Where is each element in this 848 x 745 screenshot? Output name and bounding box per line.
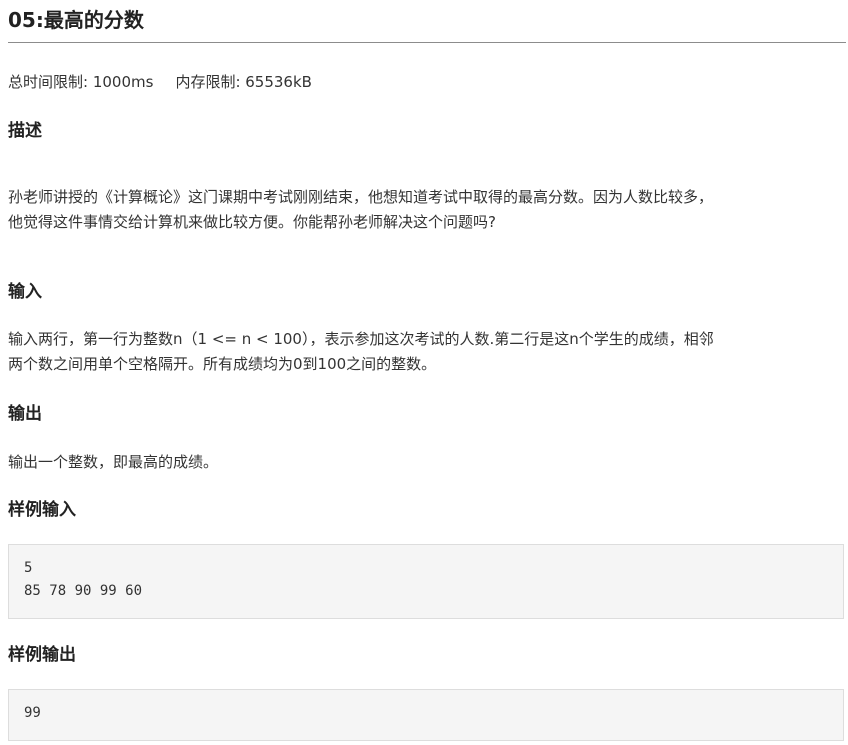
input-line: 输入两行，第一行为整数n（1 <= n < 100），表示参加这次考试的人数.第… [8, 330, 714, 348]
sample-input-heading: 样例输入 [8, 500, 76, 520]
sample-output-heading: 样例输出 [8, 645, 76, 665]
output-heading: 输出 [8, 404, 42, 424]
problem-page: 05:最高的分数 总时间限制: 1000ms 内存限制: 65536kB 描述 孙… [8, 0, 846, 741]
output-text: 输出一个整数，即最高的成绩。 [8, 450, 846, 475]
problem-title: 05:最高的分数 [8, 0, 846, 43]
sample-output-code[interactable]: 99 [8, 689, 844, 741]
output-line: 输出一个整数，即最高的成绩。 [8, 453, 219, 471]
time-limit: 总时间限制: 1000ms [8, 73, 154, 91]
description-line: 孙老师讲授的《计算概论》这门课期中考试刚刚结束，他想知道考试中取得的最高分数。因… [8, 188, 714, 206]
description-text: 孙老师讲授的《计算概论》这门课期中考试刚刚结束，他想知道考试中取得的最高分数。因… [8, 185, 846, 235]
description-heading: 描述 [8, 121, 42, 141]
input-line: 两个数之间用单个空格隔开。所有成绩均为0到100之间的整数。 [8, 355, 437, 373]
input-text: 输入两行，第一行为整数n（1 <= n < 100），表示参加这次考试的人数.第… [8, 327, 846, 377]
memory-limit: 内存限制: 65536kB [175, 73, 312, 91]
sample-input-code[interactable]: 5 85 78 90 99 60 [8, 544, 844, 619]
description-line: 他觉得这件事情交给计算机来做比较方便。你能帮孙老师解决这个问题吗? [8, 213, 496, 231]
limits-row: 总时间限制: 1000ms 内存限制: 65536kB [8, 72, 312, 92]
input-heading: 输入 [8, 282, 42, 302]
